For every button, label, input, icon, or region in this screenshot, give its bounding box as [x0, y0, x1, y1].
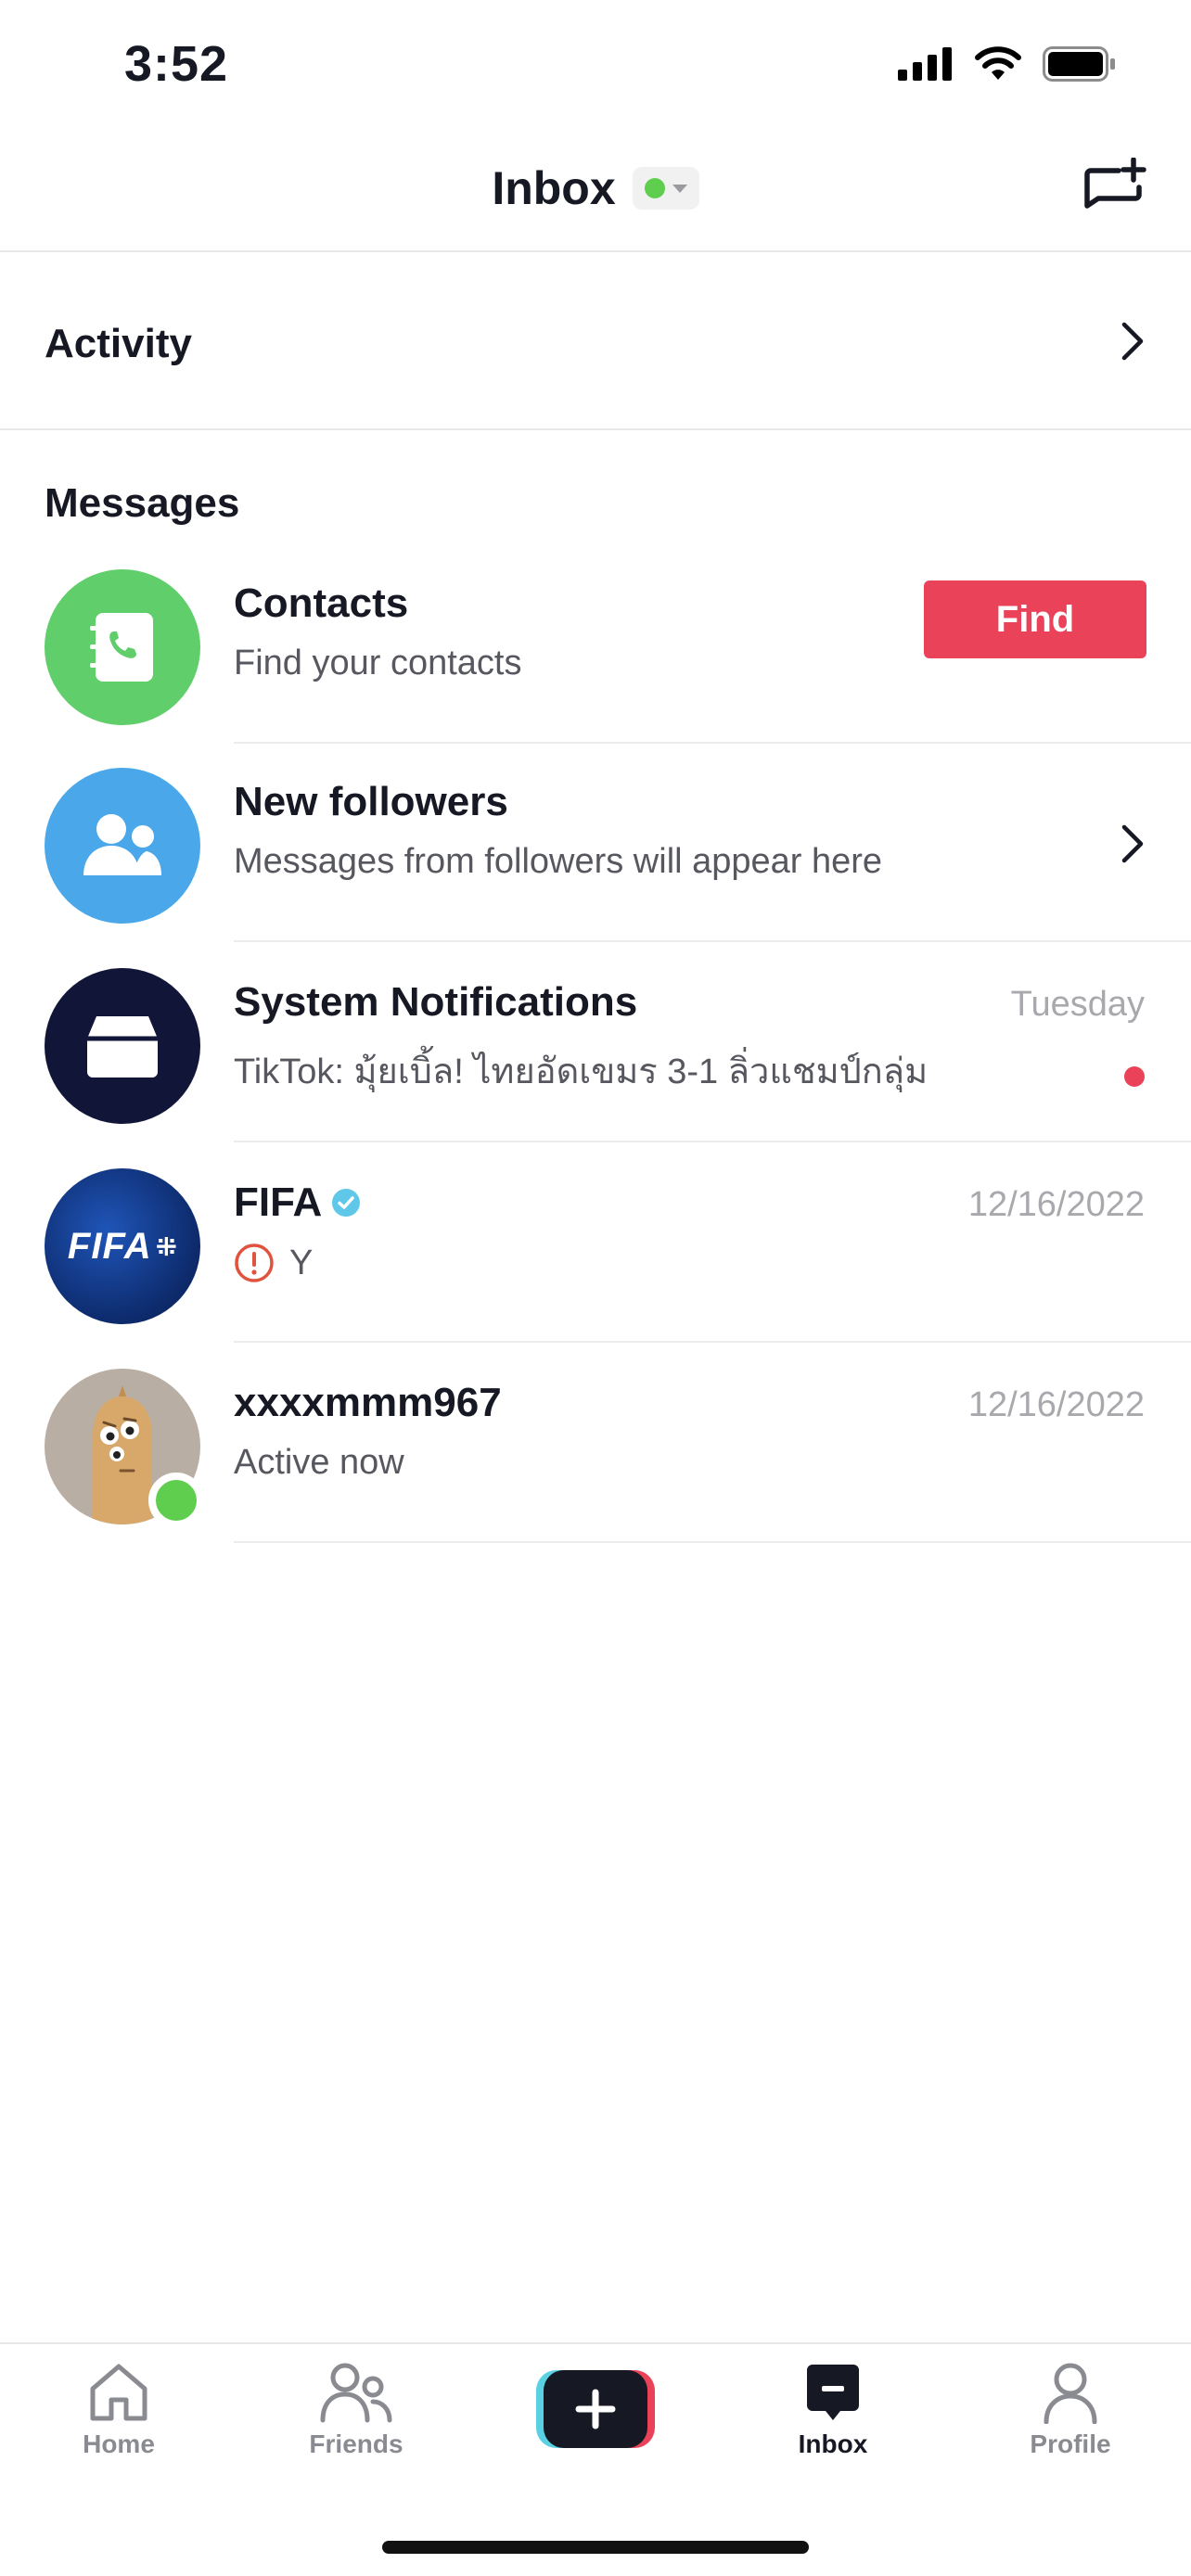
error-alert-icon: [235, 1243, 274, 1282]
row-date: 12/16/2022: [967, 1385, 1145, 1424]
row-title: Contacts: [234, 580, 409, 626]
list-item-contacts[interactable]: Contacts Find your contacts Find: [0, 543, 1191, 744]
row-subtitle: Messages from followers will appear here: [234, 842, 883, 881]
fifa-avatar: FIFA ⁜: [45, 1168, 200, 1324]
row-date: 12/16/2022: [967, 1185, 1145, 1224]
home-icon: [90, 2364, 147, 2421]
system-avatar: [45, 968, 200, 1124]
contacts-avatar: [45, 569, 200, 725]
tab-label: Friends: [309, 2429, 403, 2458]
unread-dot-icon: [1124, 1066, 1145, 1087]
row-subtitle: TikTok: มุ้ยเบิ้ล! ไทยอัดเขมร 3-1 ลิ่วแช…: [234, 1052, 928, 1091]
row-title-group: FIFA: [234, 1180, 361, 1226]
list-item-fifa[interactable]: FIFA ⁜ FIFA Y 12/16/2022: [0, 1142, 1191, 1343]
row-title: New followers: [234, 779, 508, 824]
tab-profile[interactable]: Profile: [978, 2361, 1163, 2459]
online-status-icon: [148, 1473, 204, 1528]
row-subtitle: Find your contacts: [234, 644, 522, 682]
page-title: Inbox: [492, 162, 616, 214]
tab-home[interactable]: Home: [26, 2361, 211, 2459]
status-bar: 3:52: [0, 0, 1191, 130]
fifa-logo-text: FIFA: [67, 1225, 152, 1267]
divider: [234, 1541, 1191, 1543]
tab-label: Profile: [1030, 2429, 1111, 2458]
home-indicator[interactable]: [382, 2541, 809, 2554]
online-status-toggle[interactable]: [632, 167, 699, 210]
tab-label: Home: [83, 2429, 155, 2458]
find-contacts-button[interactable]: Find: [924, 580, 1146, 658]
row-title: xxxxmmm967: [234, 1380, 502, 1425]
verified-badge-icon: [332, 1189, 361, 1217]
activity-row[interactable]: Activity: [0, 254, 1191, 430]
row-date: Tuesday: [1010, 985, 1145, 1024]
row-subtitle: Y: [289, 1243, 314, 1282]
battery-icon: [1043, 46, 1115, 82]
chevron-right-icon: [1121, 824, 1144, 863]
inbox-icon: [807, 2365, 859, 2420]
row-subtitle: Active now: [234, 1443, 404, 1482]
cellular-signal-icon: [898, 47, 952, 81]
profile-icon: [1044, 2363, 1097, 2424]
create-icon[interactable]: [536, 2370, 655, 2448]
wifi-icon: [975, 46, 1021, 80]
fifa-plus-logo-icon: ⁜: [155, 1231, 178, 1261]
list-item-new-followers[interactable]: New followers Messages from followers wi…: [0, 742, 1191, 942]
new-message-icon[interactable]: [1082, 158, 1148, 224]
friends-icon: [320, 2363, 392, 2423]
row-subtitle-group: Y: [234, 1243, 313, 1283]
status-time: 3:52: [124, 36, 229, 92]
followers-avatar: [45, 768, 200, 924]
followers-icon: [83, 814, 161, 875]
list-item-user[interactable]: xxxxmmm967 Active now 12/16/2022: [0, 1343, 1191, 1543]
chevron-right-icon: [1121, 322, 1144, 361]
chevron-down-icon: [672, 184, 687, 193]
list-item-system-notifications[interactable]: System Notifications TikTok: มุ้ยเบิ้ล! …: [0, 942, 1191, 1142]
status-icons: [898, 46, 1117, 82]
inbox-header: Inbox: [0, 139, 1191, 252]
tab-inbox[interactable]: Inbox: [740, 2361, 926, 2459]
user-avatar: [45, 1369, 204, 1528]
contacts-book-icon: [90, 613, 153, 682]
online-dot-icon: [644, 178, 665, 198]
tab-label: Inbox: [798, 2429, 868, 2458]
row-title: System Notifications: [234, 979, 638, 1025]
messages-section-title: Messages: [45, 480, 240, 526]
tab-friends[interactable]: Friends: [263, 2361, 449, 2459]
row-title: FIFA: [234, 1180, 323, 1225]
inbox-tray-icon: [87, 1016, 158, 1078]
activity-label: Activity: [45, 321, 192, 366]
header-title-group: Inbox: [0, 161, 1191, 215]
